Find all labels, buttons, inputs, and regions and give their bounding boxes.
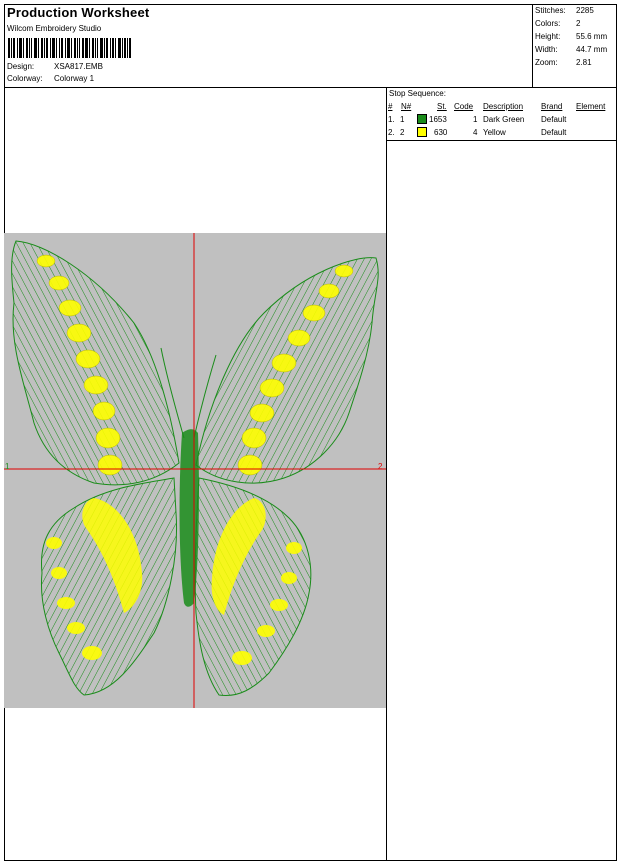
colorway-row: Colorway: Colorway 1 [7,74,94,83]
stop-sequence-divider [386,140,617,141]
barcode [8,38,131,58]
column-divider [386,87,387,861]
marker-right: 2 [378,462,383,471]
header-divider [4,87,617,88]
marker-left: 1 [5,462,10,471]
butterfly-embroidery-image: 1 2 [4,233,386,708]
stat-colors: Colors: 2 [535,19,581,28]
stop-sequence-title: Stop Sequence: [389,89,446,98]
stat-width: Width: 44.7 mm [535,45,608,54]
colorway-label: Colorway: [7,74,43,83]
stat-stitches: Stitches: 2285 [535,6,594,15]
stats-divider [532,4,533,87]
stat-height: Height: 55.6 mm [535,32,608,41]
color-swatch [417,114,427,124]
software-name: Wilcom Embroidery Studio [7,24,102,33]
design-preview: 1 2 [4,233,386,708]
design-filename: XSA817.EMB [54,62,103,71]
color-swatch [417,127,427,137]
stats-panel: Stitches: 2285 Colors: 2 Height: 55.6 mm Wi… [535,6,607,71]
colorway-value: Colorway 1 [54,74,95,83]
worksheet-title: Production Worksheet [7,5,150,20]
design-label: Design: [7,62,35,71]
stat-zoom: Zoom: 2.81 [535,58,592,67]
design-row: Design: XSA817.EMB [7,62,103,71]
